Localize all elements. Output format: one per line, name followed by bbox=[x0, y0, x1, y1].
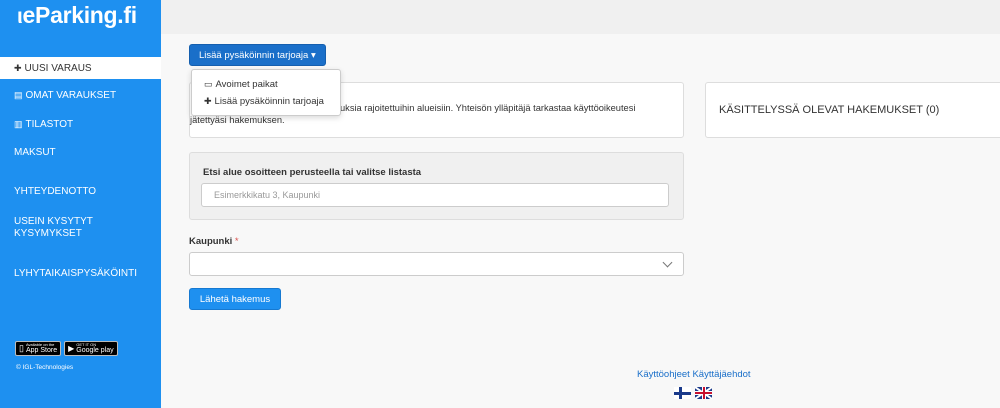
sidebar-item-label: MAKSUT bbox=[14, 147, 56, 158]
sidebar-item-label: TILASTOT bbox=[25, 119, 74, 130]
chevron-down-icon bbox=[662, 257, 673, 268]
id-card-icon: ▤ bbox=[14, 90, 23, 100]
dropdown-menu: ▭ Avoimet paikat ✚ Lisää pysäköinnin tar… bbox=[191, 69, 341, 116]
search-label: Etsi alue osoitteen perusteella tai vali… bbox=[203, 167, 422, 178]
store-badges: ▯ Available on the App Store ▶ GET IT ON… bbox=[15, 341, 118, 356]
sidebar-item-label: USEIN KYSYTYT bbox=[14, 216, 93, 227]
apple-icon: ▯ bbox=[19, 343, 24, 353]
required-mark: * bbox=[234, 236, 239, 247]
sidebar-item-faq[interactable]: USEIN KYSYTYT KYSYMYKSET bbox=[0, 216, 161, 240]
plus-circle-icon: ✚ bbox=[14, 62, 22, 73]
app-store-badge[interactable]: ▯ Available on the App Store bbox=[15, 341, 62, 356]
map-icon: ▭ bbox=[204, 79, 213, 89]
app-store-label: App Store bbox=[25, 347, 58, 354]
google-play-badge[interactable]: ▶ GET IT ON Google play bbox=[64, 341, 118, 356]
menu-item-avoimet-paikat[interactable]: ▭ Avoimet paikat bbox=[192, 76, 340, 93]
uk-flag-icon[interactable] bbox=[695, 387, 712, 399]
submit-application-button[interactable]: Lähetä hakemus bbox=[189, 288, 281, 310]
sidebar-item-label-line2: KYSYMYKSET bbox=[14, 228, 82, 239]
bar-chart-icon: ▥ bbox=[14, 119, 23, 129]
search-input[interactable]: Esimerkkikatu 3, Kaupunki bbox=[201, 183, 669, 207]
plus-icon: ✚ bbox=[204, 96, 212, 106]
sidebar-item-label: UUSI VARAUS bbox=[24, 62, 92, 74]
city-label-text: Kaupunki bbox=[189, 236, 233, 247]
add-provider-dropdown-button[interactable]: Lisää pysäköinnin tarjoaja ▾ bbox=[189, 44, 326, 66]
sidebar-item-label: YHTEYDENOTTO bbox=[14, 186, 97, 197]
top-bar bbox=[161, 0, 1000, 34]
city-label: Kaupunki * bbox=[189, 236, 239, 247]
menu-item-label: Lisää pysäköinnin tarjoaja bbox=[214, 96, 324, 107]
footer-links[interactable]: Käyttöohjeet Käyttäjäehdot bbox=[637, 369, 751, 380]
pending-applications-title: KÄSITTELYSSÄ OLEVAT HAKEMUKSET (0) bbox=[719, 104, 940, 116]
play-icon: ▶ bbox=[68, 344, 75, 353]
sidebar-item-label: LYHYTAIKAISPYSÄKÖINTI bbox=[14, 268, 137, 279]
sidebar-item-uusi-varaus[interactable]: ✚ UUSI VARAUS bbox=[0, 57, 161, 79]
menu-item-add-provider[interactable]: ✚ Lisää pysäköinnin tarjoaja bbox=[192, 93, 340, 110]
sidebar: ιeParking.fi ✚ UUSI VARAUS ▤ OMAT VARAUK… bbox=[0, 0, 161, 408]
sidebar-item-maksut[interactable]: MAKSUT bbox=[0, 147, 161, 158]
sidebar-item-label: OMAT VARAUKSET bbox=[25, 90, 117, 101]
finnish-flag-icon[interactable] bbox=[674, 387, 691, 399]
language-selector bbox=[674, 387, 712, 399]
sidebar-item-yhteydenotto[interactable]: YHTEYDENOTTO bbox=[0, 186, 161, 197]
google-play-label: Google play bbox=[76, 347, 114, 354]
brand-logo[interactable]: ιeParking.fi bbox=[17, 2, 137, 29]
sidebar-item-tilastot[interactable]: ▥ TILASTOT bbox=[0, 119, 161, 130]
menu-item-label: Avoimet paikat bbox=[215, 79, 278, 90]
sidebar-item-omat-varaukset[interactable]: ▤ OMAT VARAUKSET bbox=[0, 90, 161, 101]
copyright: © IGL-Technologies bbox=[16, 364, 74, 371]
sidebar-item-lyhytaikaispysakointi[interactable]: LYHYTAIKAISPYSÄKÖINTI bbox=[0, 268, 161, 279]
city-select[interactable] bbox=[189, 252, 684, 276]
logo-text: eParking.fi bbox=[22, 2, 138, 28]
